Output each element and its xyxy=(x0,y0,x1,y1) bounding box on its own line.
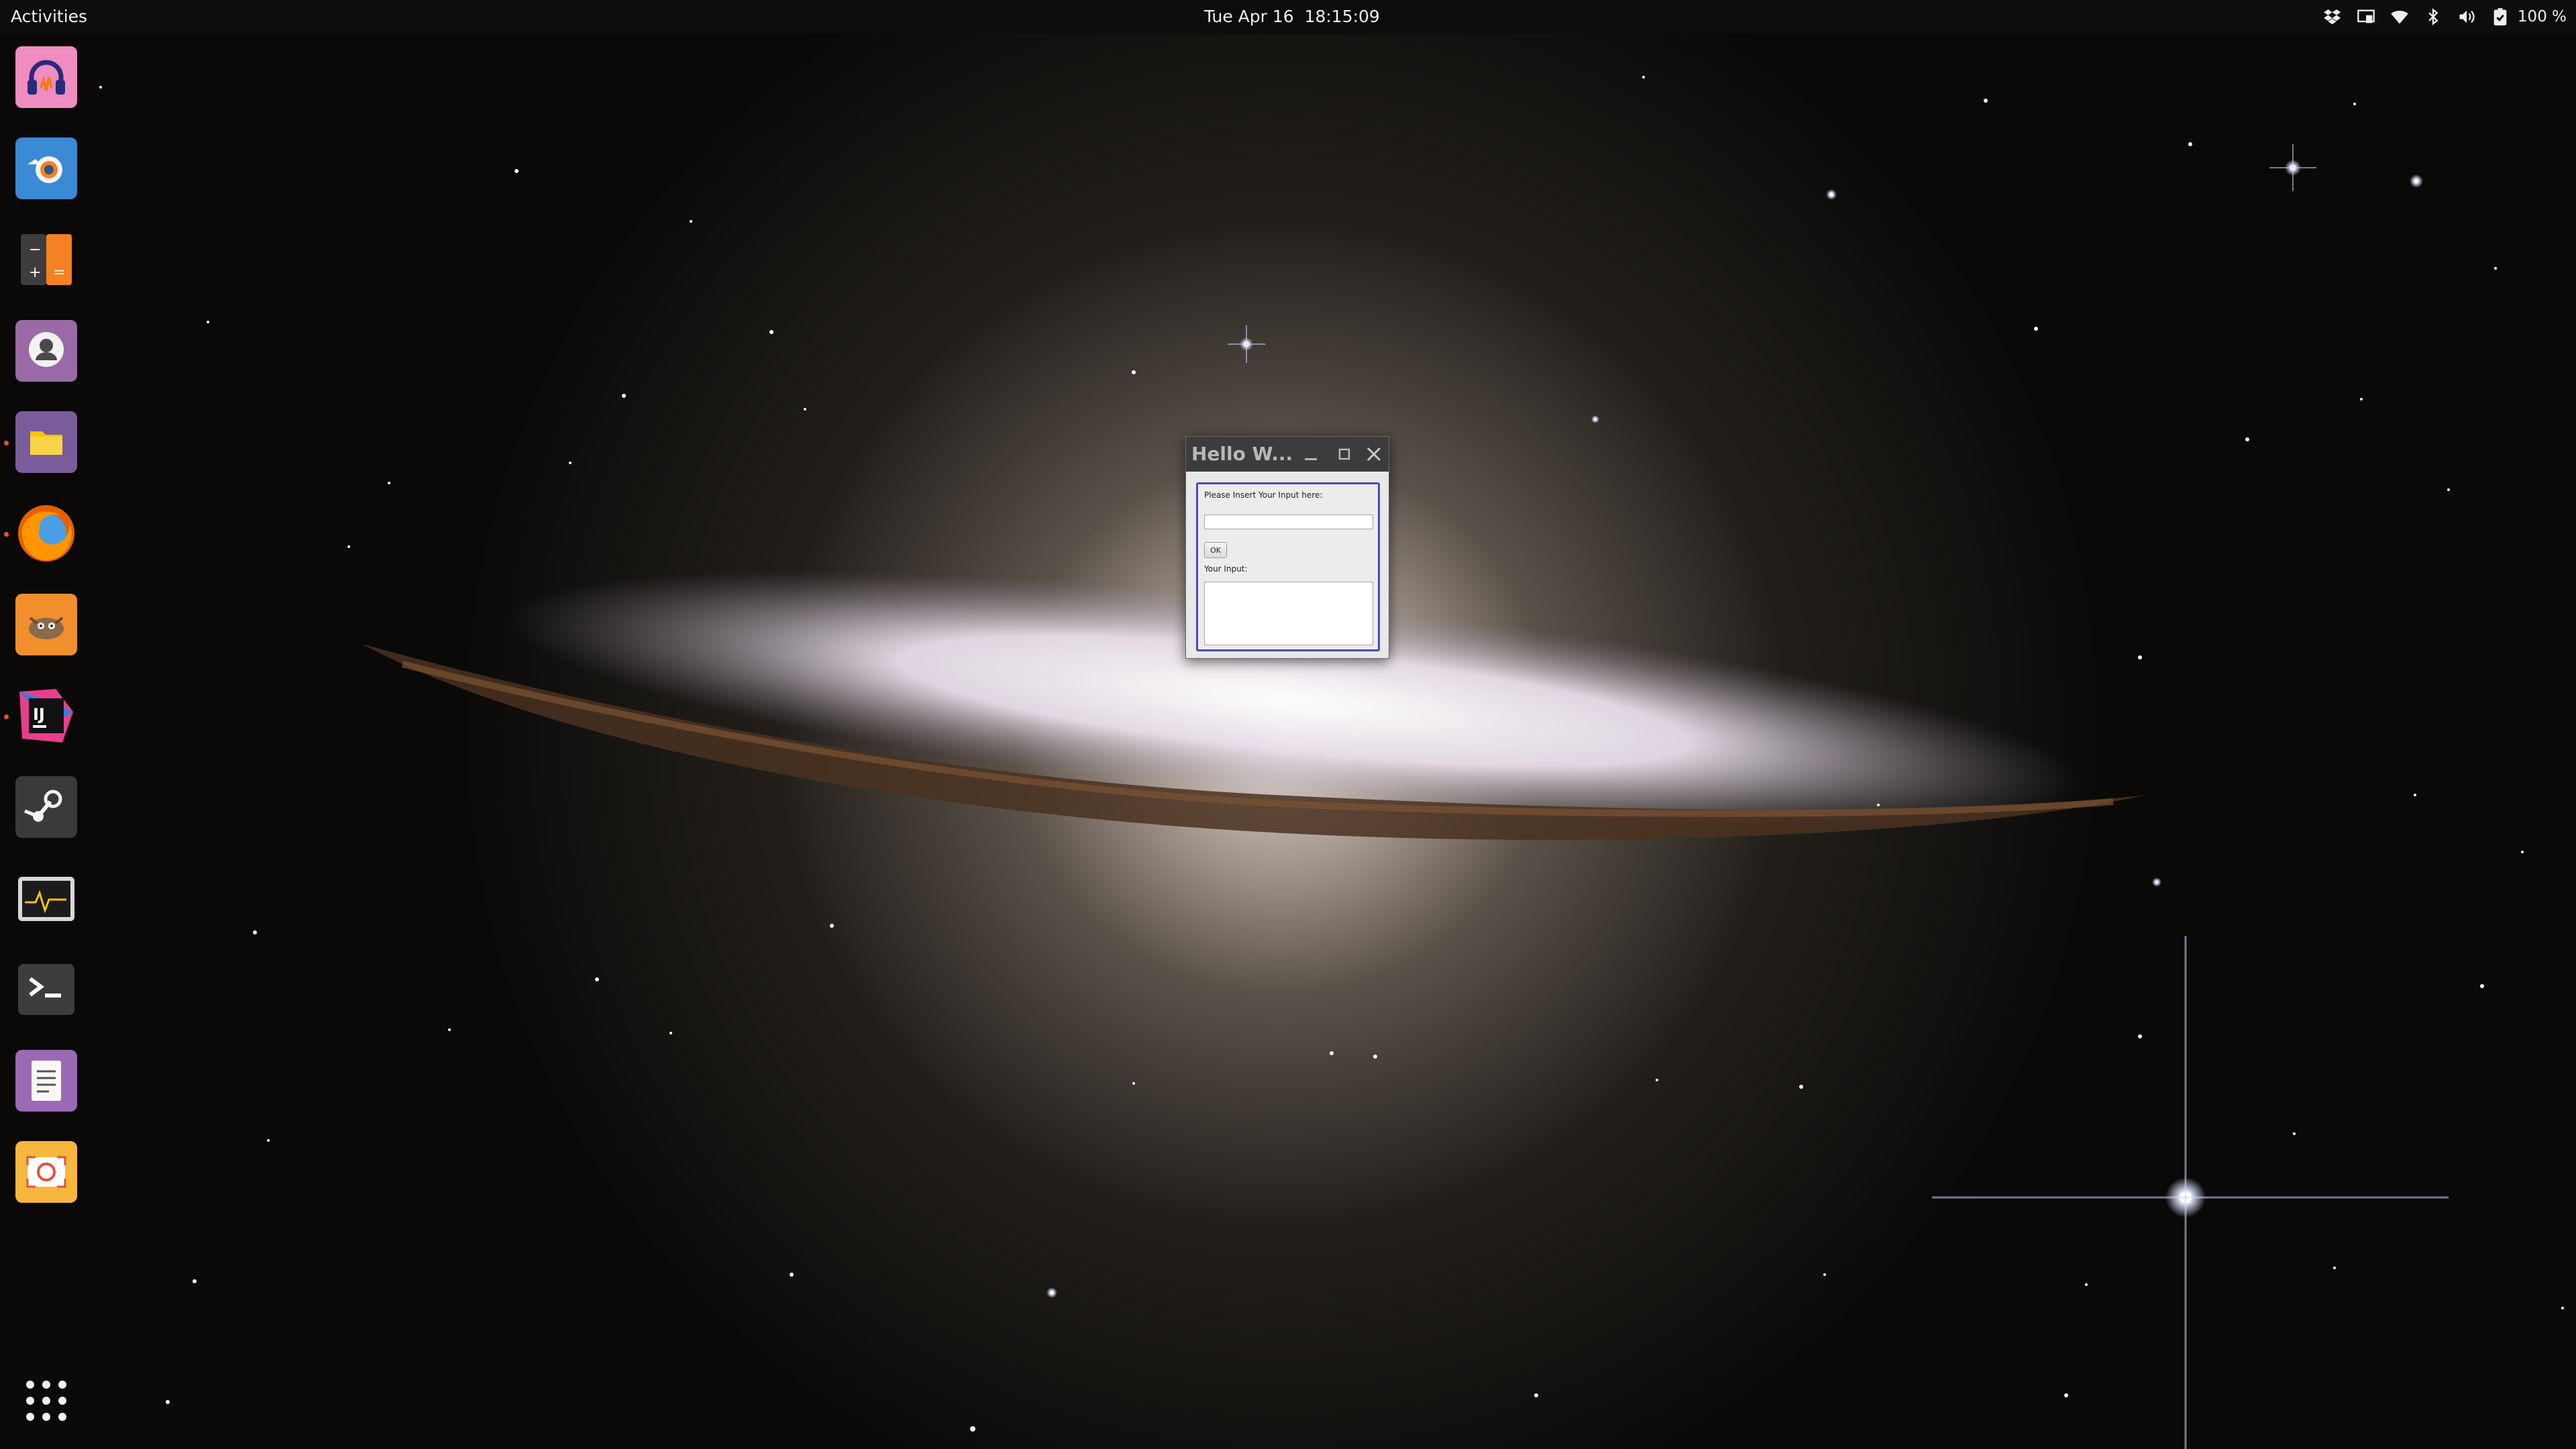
top-panel: Activities Tue Apr 16 18:15:09 100 % xyxy=(0,0,2576,34)
user-input-field[interactable] xyxy=(1204,515,1373,529)
dash-dock: − + = IJ xyxy=(0,34,94,1449)
show-applications-button[interactable] xyxy=(24,1379,68,1423)
window-titlebar[interactable]: Hello W... xyxy=(1186,437,1389,472)
running-indicator xyxy=(4,532,9,537)
svg-text:−: − xyxy=(29,241,41,258)
steam-icon xyxy=(15,776,77,838)
volume-icon[interactable] xyxy=(2457,7,2476,26)
headphones-icon xyxy=(15,46,77,108)
dock-item-gimp[interactable] xyxy=(15,594,77,655)
dock-item-calculator[interactable]: − + = xyxy=(15,229,77,290)
dock-item-intellij[interactable]: IJ xyxy=(15,685,77,747)
hello-world-window[interactable]: Hello W... Please Insert Your Input here… xyxy=(1185,436,1389,659)
maximize-icon xyxy=(1338,448,1350,460)
dock-item-cheese[interactable] xyxy=(15,320,77,382)
folder-icon xyxy=(15,411,77,473)
svg-text:=: = xyxy=(53,264,65,281)
activities-button[interactable]: Activities xyxy=(11,0,87,34)
screenshot-icon xyxy=(15,1141,77,1203)
close-button[interactable] xyxy=(1364,445,1383,464)
dock-item-files[interactable] xyxy=(15,411,77,473)
window-content: Please Insert Your Input here: OK Your I… xyxy=(1196,482,1380,651)
wifi-icon[interactable] xyxy=(2390,7,2409,26)
minimize-button[interactable] xyxy=(1301,445,1320,464)
dock-item-screenshot[interactable] xyxy=(15,1141,77,1203)
system-tray[interactable]: 100 % xyxy=(2323,0,2567,34)
firefox-icon xyxy=(18,505,74,561)
window-title: Hello W... xyxy=(1191,443,1293,465)
screen-share-icon[interactable] xyxy=(2357,7,2375,26)
intellij-icon: IJ xyxy=(19,689,73,743)
gimp-icon xyxy=(15,594,77,655)
close-icon xyxy=(1366,447,1381,462)
calculator-icon: − + = xyxy=(21,234,72,285)
dock-item-system-monitor[interactable] xyxy=(15,867,77,929)
dock-item-steam[interactable] xyxy=(15,776,77,838)
app-grid-icon xyxy=(26,1381,66,1421)
battery-percentage: 100 % xyxy=(2517,8,2567,25)
clock-button[interactable]: Tue Apr 16 18:15:09 xyxy=(1204,0,1380,34)
dock-item-blender[interactable] xyxy=(15,138,77,199)
blender-icon xyxy=(15,138,77,199)
battery-icon[interactable] xyxy=(2491,7,2510,26)
webcam-icon xyxy=(15,320,77,382)
svg-text:IJ: IJ xyxy=(33,705,45,724)
minimize-icon xyxy=(1305,458,1317,460)
desktop-wallpaper xyxy=(0,0,2576,1449)
output-text-area[interactable] xyxy=(1204,582,1373,645)
system-monitor-icon xyxy=(18,877,74,921)
terminal-icon xyxy=(18,964,74,1015)
maximize-button[interactable] xyxy=(1335,445,1354,464)
dock-item-audacity[interactable] xyxy=(15,46,77,108)
dock-item-firefox[interactable] xyxy=(15,502,77,564)
running-indicator xyxy=(4,441,9,445)
ok-button[interactable]: OK xyxy=(1204,542,1227,558)
dock-item-terminal[interactable] xyxy=(15,959,77,1020)
output-label: Your Input: xyxy=(1204,564,1248,574)
dropbox-icon[interactable] xyxy=(2323,7,2342,26)
svg-text:+: + xyxy=(29,264,41,281)
dock-item-text-editor[interactable] xyxy=(15,1050,77,1112)
running-indicator xyxy=(4,714,9,719)
text-editor-icon xyxy=(15,1050,77,1112)
bluetooth-icon[interactable] xyxy=(2424,7,2443,26)
prompt-label: Please Insert Your Input here: xyxy=(1204,490,1323,500)
